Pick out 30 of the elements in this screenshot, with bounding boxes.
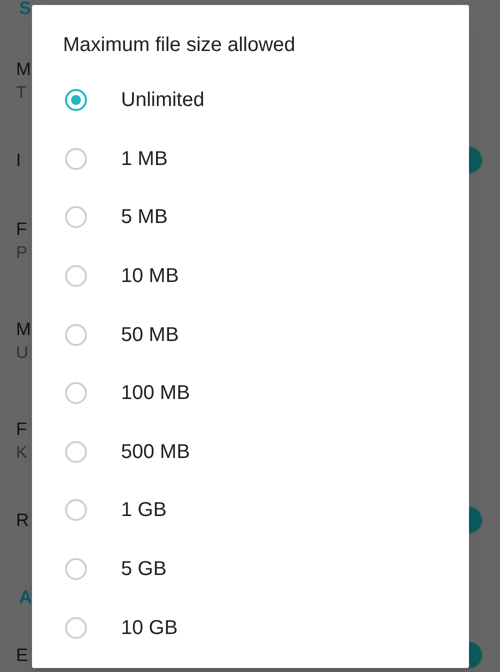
setting-title: F	[16, 418, 28, 441]
option-label[interactable]: 10 GB	[121, 614, 178, 641]
option-label[interactable]: 500 MB	[121, 438, 190, 465]
section-header: A	[19, 586, 32, 609]
setting-title: I	[16, 149, 22, 172]
setting-title: E	[16, 644, 28, 667]
option-label[interactable]: 5 GB	[121, 556, 167, 582]
radio-button[interactable]	[65, 558, 87, 580]
section-header: S	[19, 0, 32, 20]
option-label[interactable]: 1 MB	[121, 146, 168, 172]
option-label[interactable]: 100 MB	[121, 380, 190, 406]
radio-button[interactable]	[65, 499, 87, 522]
radio-button[interactable]	[65, 324, 87, 346]
setting-title: M	[16, 58, 31, 81]
option-label[interactable]: Unlimited	[121, 87, 204, 114]
option-label[interactable]: 5 MB	[121, 204, 168, 230]
radio-button[interactable]	[65, 265, 87, 288]
radio-button[interactable]	[65, 206, 87, 228]
radio-button[interactable]	[65, 148, 87, 170]
setting-title: M	[16, 318, 31, 341]
radio-button[interactable]	[65, 616, 87, 639]
radio-button[interactable]	[65, 440, 87, 463]
radio-button[interactable]	[65, 89, 87, 112]
option-label[interactable]: 1 GB	[121, 497, 167, 524]
dialog-title: Maximum file size allowed	[63, 33, 296, 58]
radio-button[interactable]	[65, 382, 87, 404]
setting-title: F	[16, 218, 28, 241]
setting-title: R	[16, 509, 29, 532]
option-label[interactable]: 50 MB	[121, 322, 179, 348]
option-label[interactable]: 10 MB	[121, 263, 179, 290]
